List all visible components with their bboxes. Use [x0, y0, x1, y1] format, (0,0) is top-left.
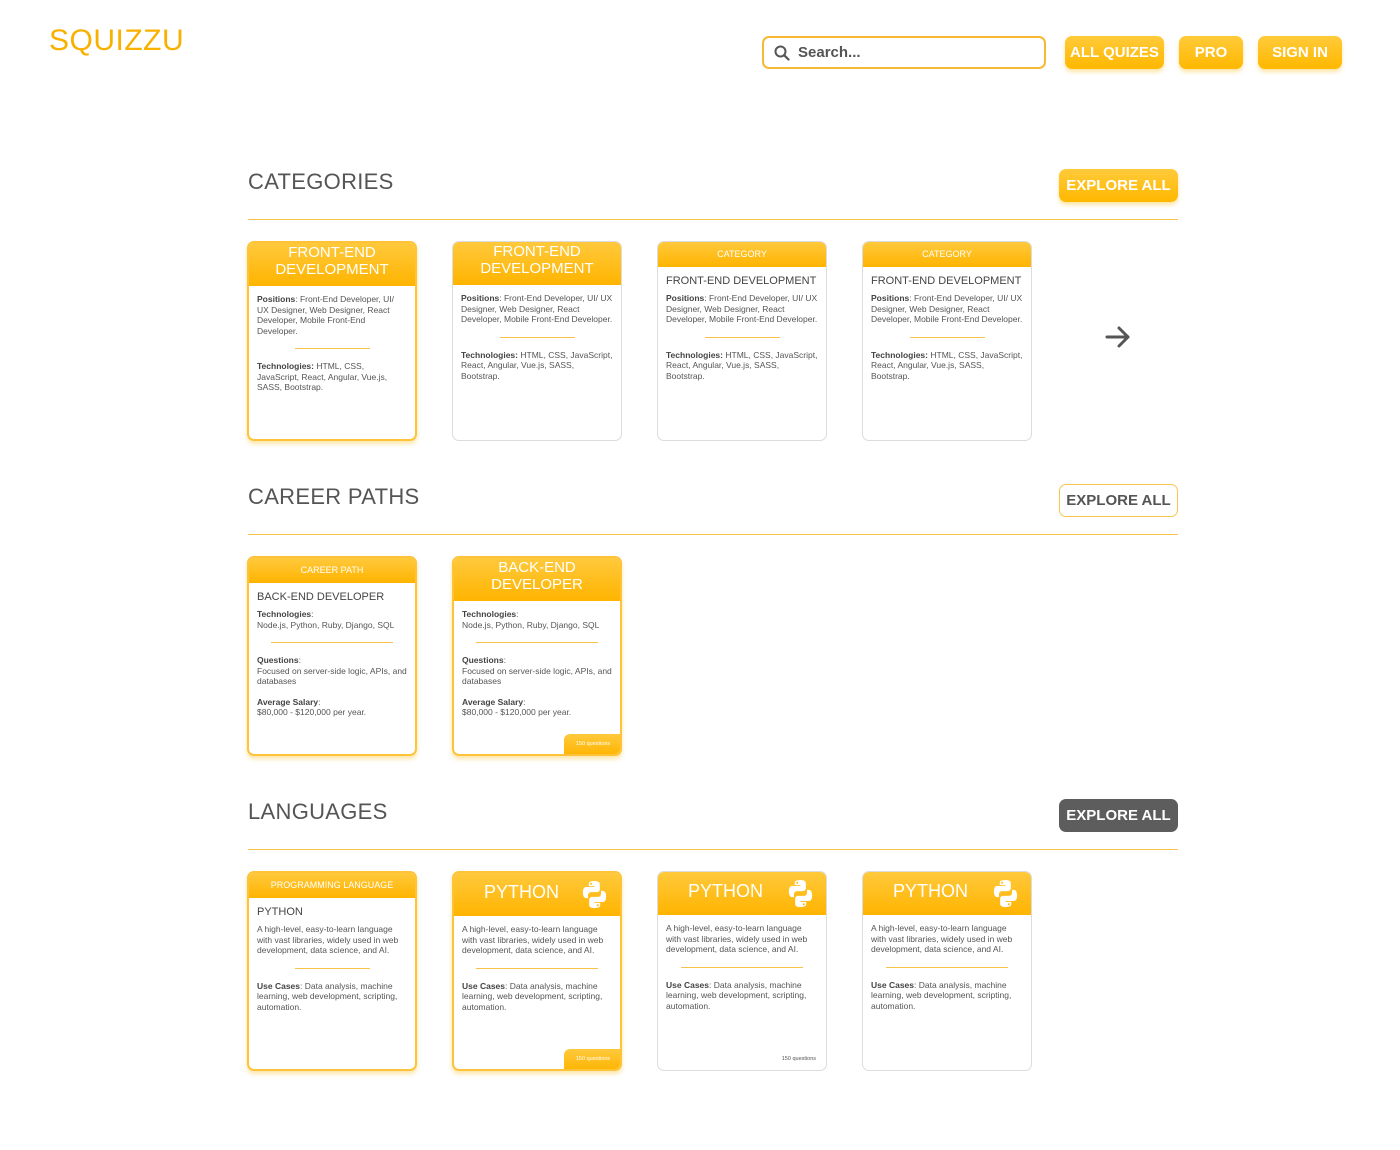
card-body: Technologies: Node.js, Python, Ruby, Djan… [462, 609, 612, 717]
python-icon [582, 880, 607, 909]
arrow-right-icon[interactable] [1104, 323, 1132, 351]
career-path-card[interactable]: CAREER PATH BACK-END DEVELOPER Technolog… [247, 556, 417, 756]
card-body: Technologies: Node.js, Python, Ruby, Djan… [257, 609, 407, 717]
card-header: FRONT-END DEVELOPMENT [249, 243, 415, 286]
language-card[interactable]: PROGRAMMING LANGUAGE PYTHON A high-level… [247, 871, 417, 1071]
card-header: CAREER PATH [249, 558, 415, 583]
card-title: PYTHON [257, 906, 303, 918]
card-header: FRONT-END DEVELOPMENT [453, 242, 621, 285]
career-paths-title: CAREER PATHS [248, 484, 420, 509]
language-card[interactable]: PYTHON A high-level, easy-to-learn langu… [862, 871, 1032, 1071]
search-input[interactable] [798, 44, 1038, 61]
language-card[interactable]: PYTHON A high-level, easy-to-learn langu… [657, 871, 827, 1071]
card-header-title: PYTHON [893, 881, 969, 901]
search-box[interactable] [762, 36, 1046, 69]
categories-explore-all-button[interactable]: EXPLORE ALL [1059, 169, 1178, 202]
categories-title: CATEGORIES [248, 169, 394, 194]
category-card[interactable]: FRONT-END DEVELOPMENT Positions: Front-E… [247, 241, 417, 441]
card-header: CATEGORY [658, 242, 826, 267]
card-title: FRONT-END DEVELOPMENT [666, 275, 817, 287]
languages-explore-all-button[interactable]: EXPLORE ALL [1059, 799, 1178, 832]
card-body: Positions: Front-End Developer, UI/ UX D… [461, 293, 613, 381]
card-header: PYTHON [454, 873, 620, 916]
card-header-title: PYTHON [688, 881, 764, 901]
languages-title: LANGUAGES [248, 799, 388, 824]
category-card[interactable]: FRONT-END DEVELOPMENT Positions: Front-E… [452, 241, 622, 441]
all-quizes-button[interactable]: ALL QUIZES [1065, 36, 1164, 69]
sign-in-button[interactable]: SIGN IN [1258, 36, 1342, 69]
card-header: CATEGORY [863, 242, 1031, 267]
python-icon [993, 879, 1018, 908]
category-card[interactable]: CATEGORY FRONT-END DEVELOPMENT Positions… [862, 241, 1032, 441]
card-body: A high-level, easy-to-learn language wit… [257, 924, 399, 1012]
categories-divider [248, 219, 1178, 220]
card-body: Positions: Front-End Developer, UI/ UX D… [666, 293, 818, 381]
card-title: FRONT-END DEVELOPMENT [871, 275, 1022, 287]
logo[interactable]: SQUIZZU [49, 24, 184, 58]
category-card[interactable]: CATEGORY FRONT-END DEVELOPMENT Positions… [657, 241, 827, 441]
card-body: A high-level, easy-to-learn language wit… [666, 923, 808, 1011]
card-title: BACK-END DEVELOPER [257, 591, 385, 603]
card-body: Positions: Front-End Developer, UI/ UX D… [257, 294, 395, 392]
pro-button[interactable]: PRO [1179, 36, 1243, 69]
python-icon [788, 879, 813, 908]
language-card[interactable]: PYTHON A high-level, easy-to-learn langu… [452, 871, 622, 1071]
card-header: PROGRAMMING LANGUAGE [249, 873, 415, 898]
questions-count-badge: 150 questions [564, 1049, 620, 1069]
career-path-card[interactable]: BACK-END DEVELOPER Technologies: Node.js,… [452, 556, 622, 756]
questions-count-badge: 150 questions [564, 734, 620, 754]
card-body: A high-level, easy-to-learn language wit… [871, 923, 1013, 1011]
career-paths-explore-all-button[interactable]: EXPLORE ALL [1059, 484, 1178, 517]
languages-divider [248, 849, 1178, 850]
career-paths-divider [248, 534, 1178, 535]
card-header: PYTHON [658, 872, 826, 915]
questions-count-text: 150 questions [781, 1056, 816, 1062]
search-icon [774, 45, 790, 61]
card-header-title: PYTHON [484, 882, 560, 902]
card-body: Positions: Front-End Developer, UI/ UX D… [871, 293, 1023, 381]
card-header: BACK-END DEVELOPER [454, 558, 620, 601]
card-header: PYTHON [863, 872, 1031, 915]
card-body: A high-level, easy-to-learn language wit… [462, 924, 604, 1012]
